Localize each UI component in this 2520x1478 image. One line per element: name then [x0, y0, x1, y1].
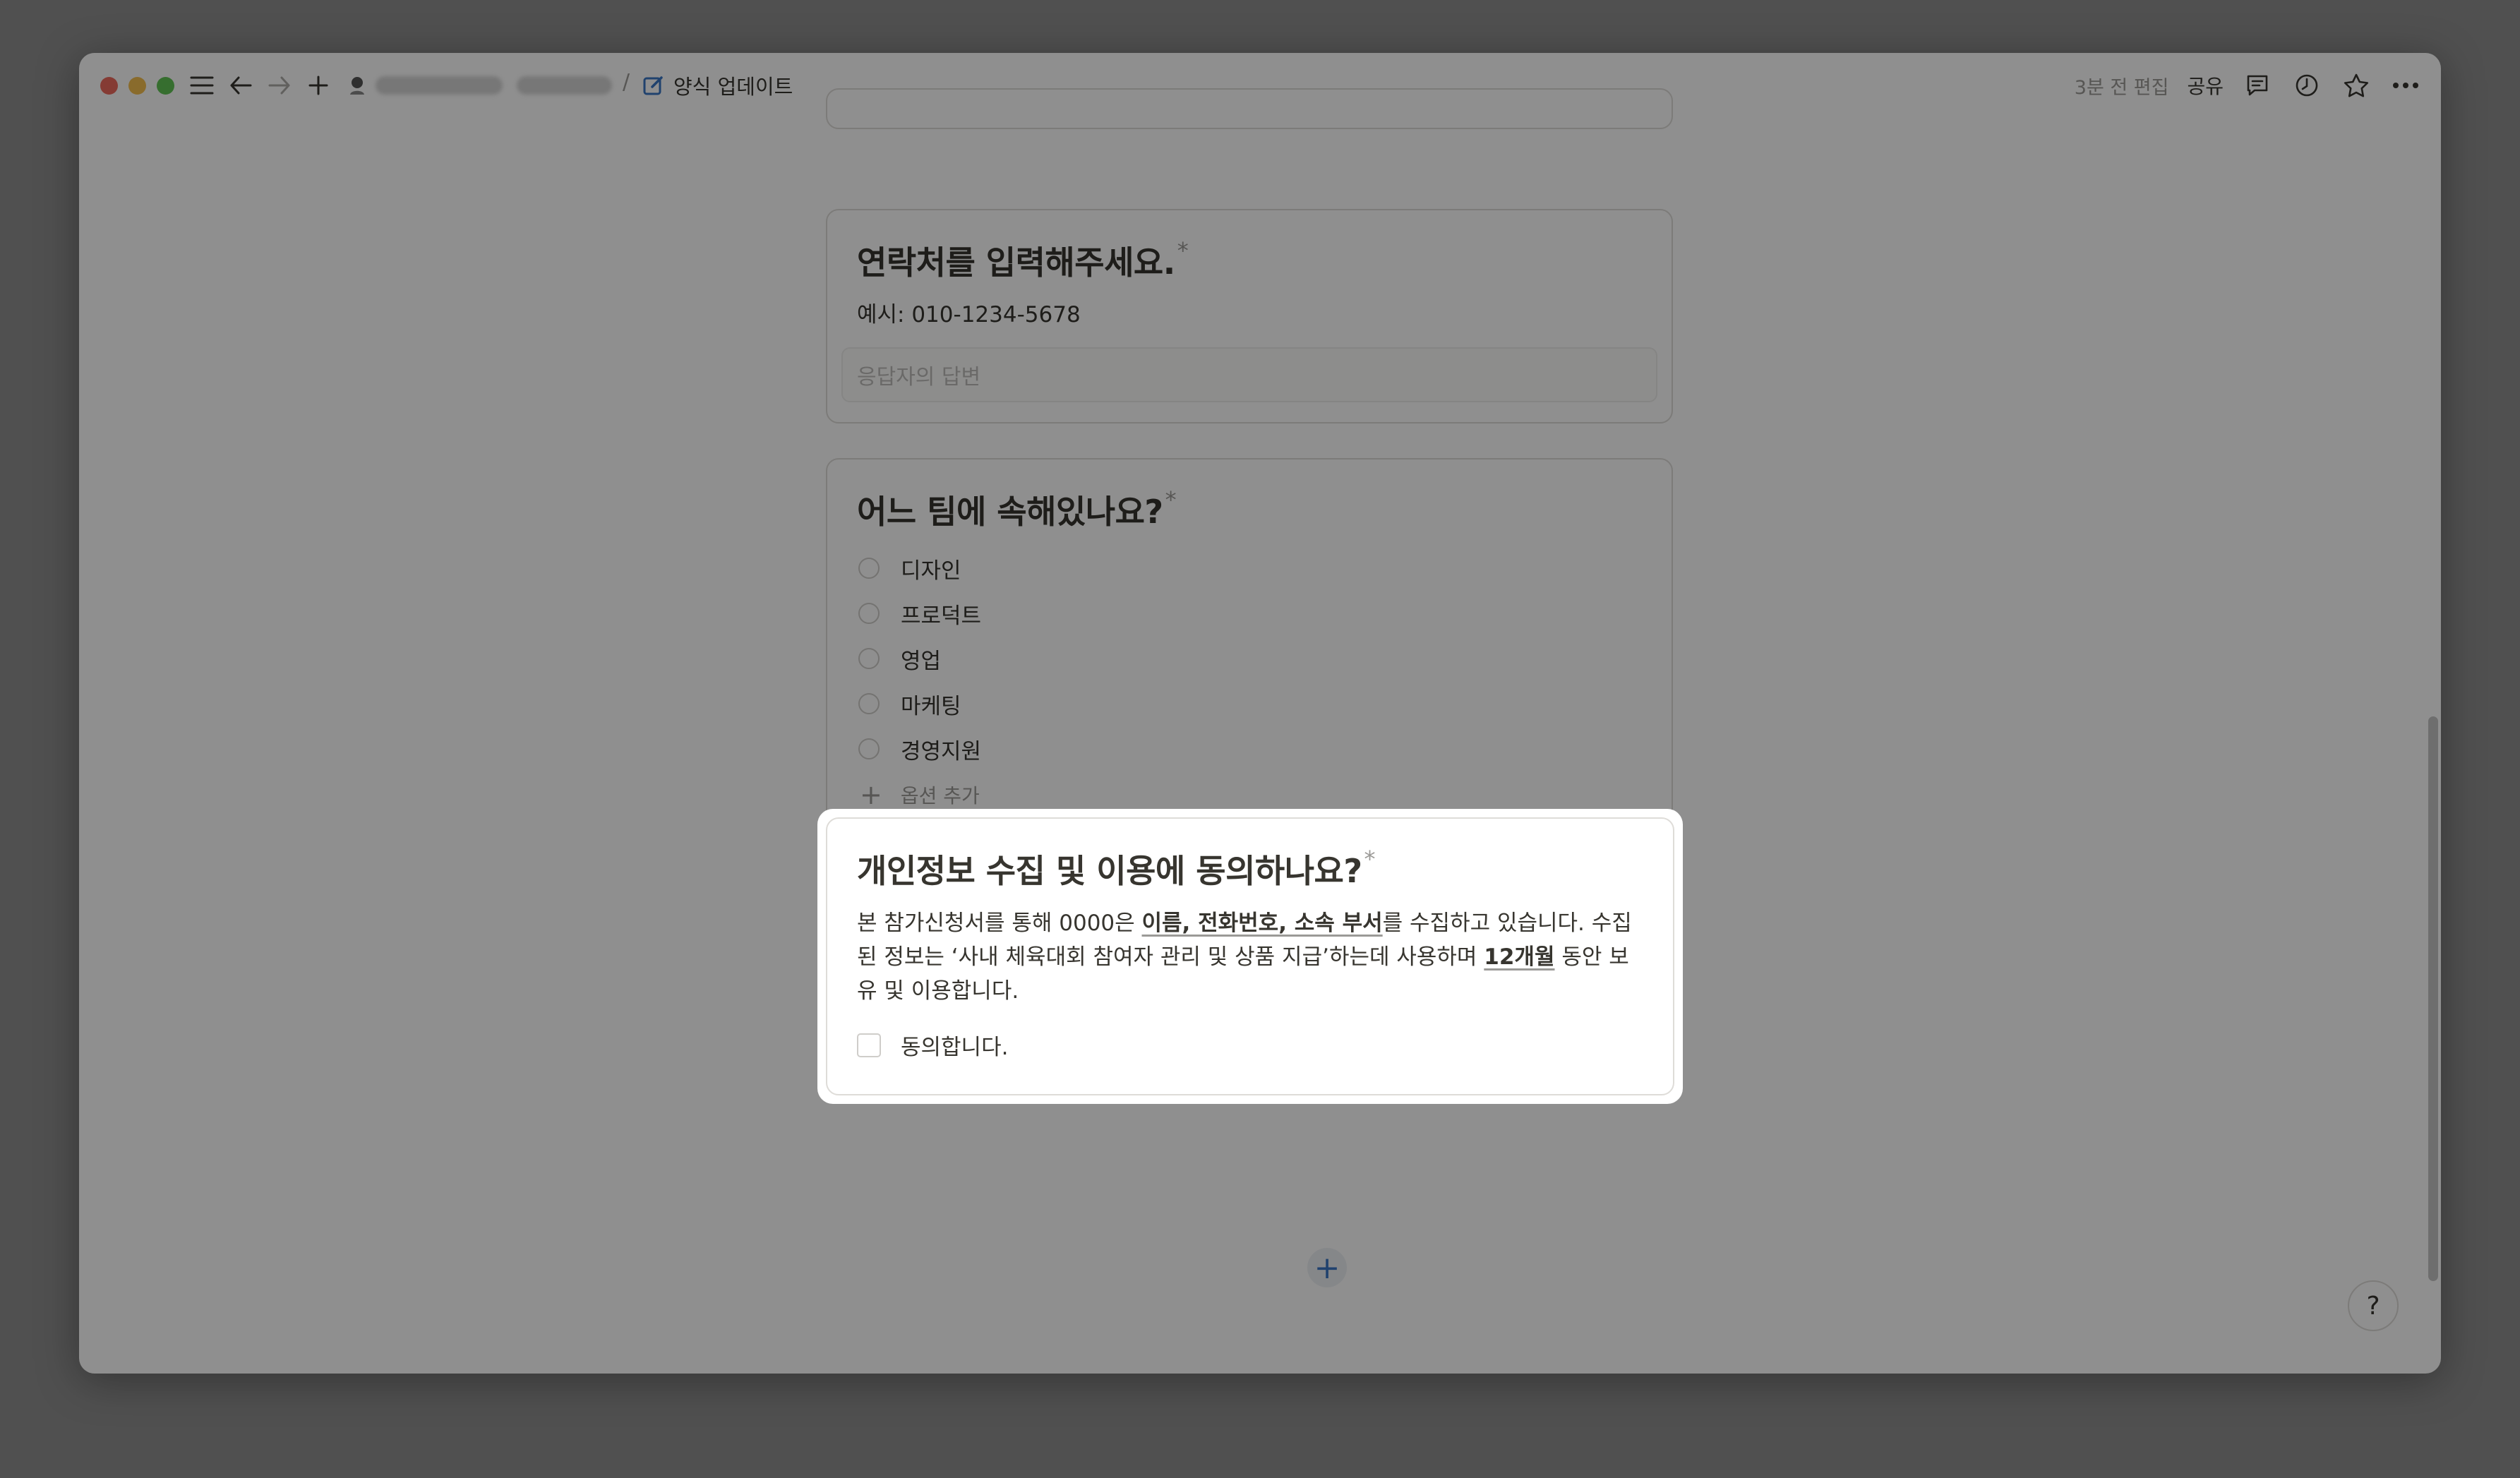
plus-icon: + — [860, 779, 882, 810]
breadcrumb-workspace[interactable] — [376, 76, 503, 95]
question-title: 연락처를 입력해주세요.* — [857, 237, 1189, 282]
breadcrumb-parent-page[interactable] — [517, 76, 612, 95]
radio-button[interactable] — [858, 693, 880, 714]
minimize-window-button[interactable] — [128, 77, 146, 95]
radio-button[interactable] — [858, 558, 880, 579]
back-arrow-icon[interactable] — [224, 68, 258, 102]
radio-button[interactable] — [858, 648, 880, 669]
radio-button[interactable] — [858, 738, 880, 759]
collected-items-text: 이름, 전화번호, 소속 부서 — [1141, 911, 1383, 936]
question-title: 어느 팀에 속해있나요?* — [857, 486, 1177, 531]
highlighted-question: 개인정보 수집 및 이용에 동의하나요?* 본 참가신청서를 통해 0000은 … — [817, 809, 1683, 1104]
scrollbar[interactable] — [2428, 716, 2438, 1281]
consent-checkbox[interactable] — [857, 1033, 881, 1057]
workspace-avatar-icon[interactable] — [340, 68, 374, 102]
favorite-star-icon[interactable] — [2341, 70, 2372, 101]
history-clock-icon[interactable] — [2291, 70, 2322, 101]
option-item[interactable]: 경영지원 — [857, 726, 1642, 771]
edit-form-icon — [643, 76, 663, 95]
share-button[interactable]: 공유 — [2187, 71, 2224, 100]
required-mark: * — [1364, 846, 1376, 872]
add-block-button[interactable]: + — [1307, 1248, 1347, 1287]
page-content: 연락처를 입력해주세요.* 예시: 010-1234-5678 응답자의 답변 … — [79, 88, 2441, 1374]
option-label: 프로덕트 — [901, 603, 982, 629]
more-options-icon[interactable] — [2390, 70, 2421, 101]
breadcrumb-separator: / — [623, 70, 630, 95]
options-list: 디자인 프로덕트 영업 마케팅 경영지원 — [857, 546, 1642, 771]
option-label: 마케팅 — [901, 693, 961, 719]
option-item[interactable]: 디자인 — [857, 546, 1642, 591]
consent-description: 본 참가신청서를 통해 0000은 이름, 전화번호, 소속 부서를 수집하고 … — [857, 911, 1632, 1004]
question-description: 예시: 010-1234-5678 — [857, 302, 1081, 328]
edited-timestamp: 3분 전 편집 — [2074, 76, 2169, 99]
question-title: 개인정보 수집 및 이용에 동의하나요?* — [857, 846, 1376, 890]
option-item[interactable]: 프로덕트 — [857, 591, 1642, 636]
option-label: 경영지원 — [901, 738, 982, 764]
consent-option[interactable]: 동의합니다. — [857, 1029, 1643, 1061]
retention-period-text: 12개월 — [1484, 944, 1555, 970]
previous-question-card — [826, 88, 1673, 129]
option-item[interactable]: 영업 — [857, 636, 1642, 681]
add-option-label: 옵션 추가 — [900, 784, 980, 807]
page-title: 양식 업데이트 — [673, 75, 793, 99]
menu-icon[interactable] — [185, 68, 219, 102]
option-label: 디자인 — [901, 558, 961, 584]
question-card-contact[interactable]: 연락처를 입력해주세요.* 예시: 010-1234-5678 응답자의 답변 — [826, 209, 1673, 423]
radio-button[interactable] — [858, 603, 880, 624]
help-icon[interactable]: ? — [2348, 1280, 2399, 1331]
forward-arrow-icon[interactable] — [263, 68, 296, 102]
close-window-button[interactable] — [100, 77, 118, 95]
top-right-tools: 3분 전 편집 공유 — [2075, 67, 2421, 104]
consent-label: 동의합니다. — [901, 1035, 1009, 1060]
answer-input[interactable]: 응답자의 답변 — [841, 347, 1657, 402]
required-mark: * — [1165, 486, 1177, 513]
required-mark: * — [1177, 237, 1189, 264]
app-window: / 양식 업데이트 3분 전 편집 공유 연락처를 입력해주세요.* 예시: 0… — [79, 53, 2441, 1374]
maximize-window-button[interactable] — [157, 77, 174, 95]
question-card-consent[interactable]: 개인정보 수집 및 이용에 동의하나요?* 본 참가신청서를 통해 0000은 … — [826, 817, 1674, 1095]
new-page-plus-icon[interactable] — [301, 68, 335, 102]
option-item[interactable]: 마케팅 — [857, 681, 1642, 726]
option-label: 영업 — [901, 648, 942, 674]
question-card-team[interactable]: 어느 팀에 속해있나요?* 디자인 프로덕트 영업 마케팅 경영지원 + 옵션 추… — [826, 458, 1673, 834]
comment-icon[interactable] — [2242, 70, 2273, 101]
breadcrumb-current-page[interactable]: 양식 업데이트 — [642, 68, 793, 102]
